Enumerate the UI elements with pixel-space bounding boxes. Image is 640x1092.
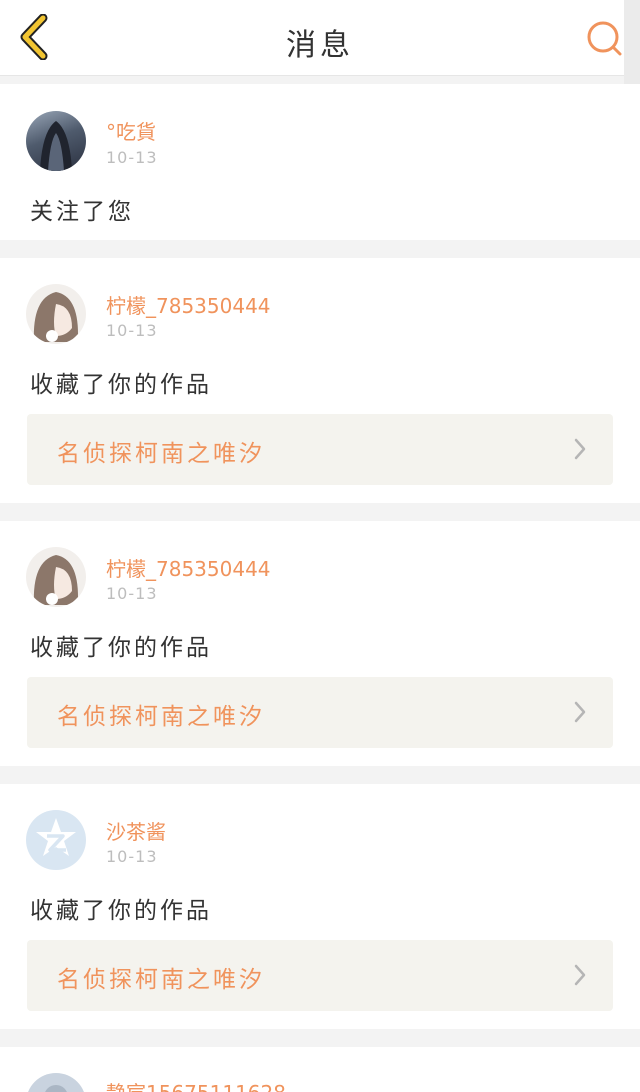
message-text: 关注了您 (30, 199, 134, 225)
avatar[interactable] (26, 284, 86, 344)
user-photo-icon (45, 1085, 67, 1092)
avatar[interactable] (26, 1073, 86, 1092)
work-link[interactable]: 名侦探柯南之唯汐 (27, 677, 613, 748)
avatar[interactable] (26, 547, 86, 607)
message-card: 静宸15675111628 (0, 1047, 640, 1092)
message-date: 10-13 (106, 148, 158, 167)
work-link[interactable]: 名侦探柯南之唯汐 (27, 414, 613, 485)
top-bar: 消息 (0, 0, 640, 76)
work-title: 名侦探柯南之唯汐 (57, 967, 265, 993)
work-title: 名侦探柯南之唯汐 (57, 441, 265, 467)
qq-default-avatar-icon (36, 818, 76, 856)
sender-name[interactable]: 沙茶酱 (106, 816, 166, 845)
search-button[interactable] (584, 18, 624, 58)
sender-name[interactable]: 柠檬_785350444 (106, 290, 271, 319)
search-icon (587, 21, 622, 56)
user-photo-icon (33, 292, 78, 342)
chevron-right-icon (574, 964, 586, 986)
message-card: °吃貨 10-13 关注了您 (0, 84, 640, 240)
message-text: 收藏了你的作品 (30, 635, 212, 661)
message-card: 柠檬_785350444 10-13 收藏了你的作品 名侦探柯南之唯汐 (0, 258, 640, 503)
message-card: 柠檬_785350444 10-13 收藏了你的作品 名侦探柯南之唯汐 (0, 521, 640, 766)
sender-name[interactable]: °吃貨 (106, 116, 156, 145)
avatar[interactable] (26, 810, 86, 870)
chevron-right-icon (574, 438, 586, 460)
message-date: 10-13 (106, 847, 158, 866)
message-date: 10-13 (106, 321, 158, 340)
user-photo-icon (33, 555, 78, 605)
avatar[interactable] (26, 111, 86, 171)
message-text: 收藏了你的作品 (30, 372, 212, 398)
page-title: 消息 (286, 28, 354, 63)
work-title: 名侦探柯南之唯汐 (57, 704, 265, 730)
work-link[interactable]: 名侦探柯南之唯汐 (27, 940, 613, 1011)
message-date: 10-13 (106, 584, 158, 603)
message-text: 收藏了你的作品 (30, 898, 212, 924)
sender-name[interactable]: 静宸15675111628 (106, 1077, 286, 1092)
message-card: 沙茶酱 10-13 收藏了你的作品 名侦探柯南之唯汐 (0, 784, 640, 1029)
sender-name[interactable]: 柠檬_785350444 (106, 553, 271, 582)
chevron-right-icon (574, 701, 586, 723)
user-photo-icon (40, 121, 72, 171)
